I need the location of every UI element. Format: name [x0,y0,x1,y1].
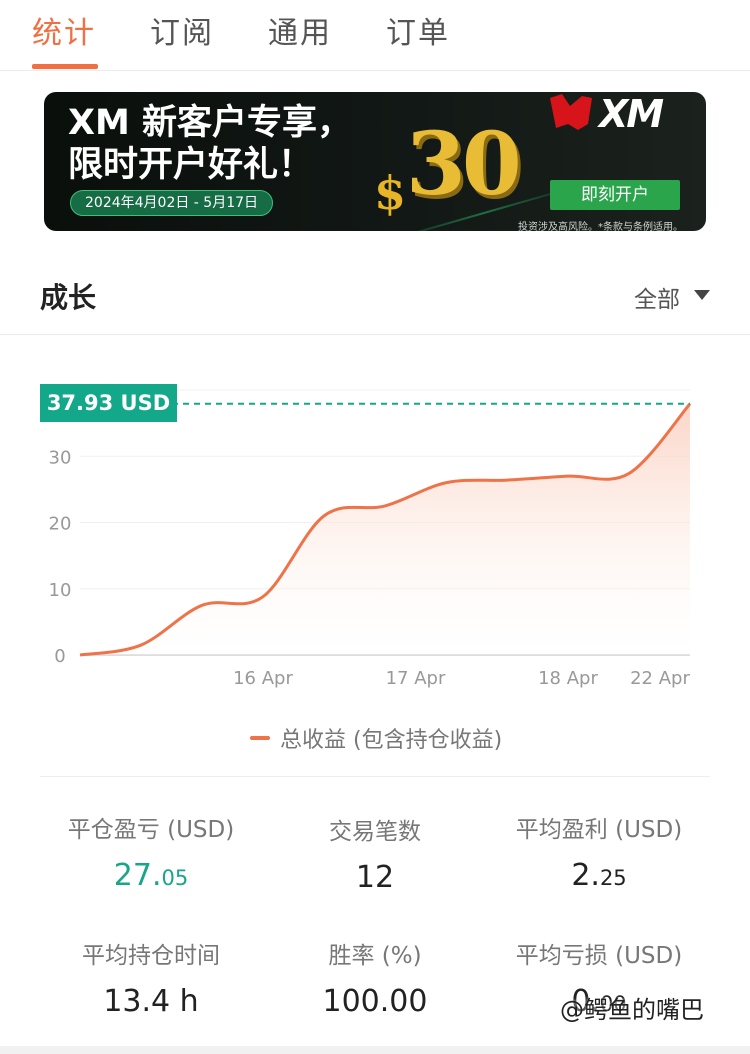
tab-statistics[interactable]: 统计 [32,8,96,52]
period-filter-dropdown[interactable]: 全部 [634,280,680,314]
legend-label: 总收益 (包含持仓收益) [280,728,503,753]
xm-brand-text: XM [599,92,664,136]
current-value-label: 37.93 USD [40,384,177,422]
banner-headline-2: 限时开户好礼！ [68,145,314,185]
watermark-text: @鳄鱼的嘴巴 [560,996,704,1024]
stat-value: 100.00 [322,984,428,1019]
profit-area [80,403,690,655]
open-account-button[interactable]: 即刻开户 [550,180,680,210]
stat-win-rate: 胜率 (%) 100.00 [250,936,500,1019]
banner-date-range: 2024年4月02日 - 5月17日 [70,190,274,216]
y-tick-label: 30 [49,447,72,468]
x-tick-label: 16 Apr [233,668,293,689]
x-tick-label: 18 Apr [538,668,598,689]
stat-label: 交易笔数 [329,819,421,845]
stat-value: 13.4 h [103,984,199,1019]
stat-average-profit: 平均盈利 (USD) 2.25 [474,810,724,893]
x-tick-label: 17 Apr [386,668,446,689]
stat-label: 平均持仓时间 [82,943,220,969]
banner-disclaimer: 投资涉及高风险。*条款与条例适用。 [518,222,683,231]
legend-swatch [250,736,270,740]
stat-label: 平均亏损 (USD) [515,943,683,969]
section-divider [0,334,750,335]
bonus-amount: 30 [406,114,522,215]
stat-closed-pnl: 平仓盈亏 (USD) 27.05 [26,810,276,893]
active-tab-indicator [32,64,98,69]
stat-value: 12 [355,860,395,895]
stat-avg-holding-time: 平均持仓时间 13.4 h [26,936,276,1019]
stat-trade-count: 交易笔数 12 [250,812,500,895]
chart-legend: 总收益 (包含持仓收益) [250,722,502,754]
y-tick-label: 10 [49,580,72,601]
bottom-strip [0,1046,750,1054]
stat-label: 平均盈利 (USD) [515,817,683,843]
y-tick-label: 0 [54,646,65,667]
section-title: 成长 [40,281,97,314]
stat-value: 27.05 [113,858,189,893]
x-tick-label: 22 Apr [630,668,690,689]
tab-subscription[interactable]: 订阅 [150,8,214,52]
tab-general[interactable]: 通用 [268,8,332,52]
dollar-sign: $ [374,166,407,220]
chevron-down-icon[interactable] [694,290,710,300]
stat-label: 平仓盈亏 (USD) [67,817,235,843]
stat-value: 2.25 [571,858,627,893]
stat-label: 胜率 (%) [328,943,422,969]
promo-banner[interactable]: XM 新客户专享， 限时开户好礼！ 2024年4月02日 - 5月17日 $ 3… [44,92,706,231]
bonus-amount-graphic: $ 30 [374,110,534,228]
tab-bar: 统计 订阅 通用 订单 [0,0,750,71]
stats-divider [40,776,710,777]
tab-orders[interactable]: 订单 [386,8,450,52]
y-tick-label: 20 [49,514,72,535]
